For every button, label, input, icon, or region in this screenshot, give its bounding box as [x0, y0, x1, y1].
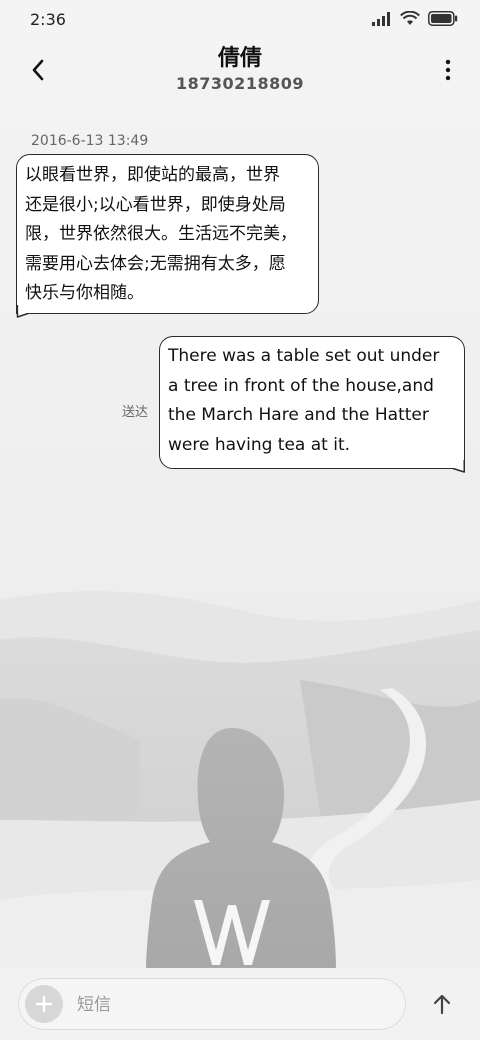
wifi-icon: [400, 11, 420, 25]
conversation-header: 倩倩 18730218809: [0, 38, 480, 104]
messaging-screen: 2:36 倩倩 18730218809 2016-6-13 13:49 以眼看世…: [0, 0, 480, 1040]
delivery-status: 送达: [122, 405, 149, 420]
message-line: the March Hare and the Hatter: [168, 405, 429, 425]
message-line: There was a table set out under: [168, 346, 440, 366]
status-time: 2:36: [30, 10, 66, 29]
more-options-button[interactable]: [438, 52, 458, 88]
message-line: 快乐与你相随。: [25, 283, 144, 303]
add-attachment-button[interactable]: [25, 985, 63, 1023]
compose-field-container: [18, 978, 406, 1030]
bubble-tail: [452, 460, 465, 473]
outgoing-message-bubble[interactable]: There was a table set out under a tree i…: [159, 336, 465, 469]
signal-icon: [372, 11, 390, 26]
incoming-message-bubble[interactable]: 以眼看世界，即使站的最高，世界 还是很小;以心看世界，即使身处局 限，世界依然很…: [16, 154, 319, 314]
more-vertical-icon: [445, 59, 451, 81]
send-button[interactable]: [424, 986, 460, 1022]
compose-bar: [0, 968, 480, 1040]
chevron-left-icon: [32, 59, 44, 81]
battery-icon: [428, 11, 458, 26]
contact-info: 倩倩 18730218809: [90, 44, 390, 94]
status-icons: [372, 11, 458, 26]
message-line: 需要用心去体会;无需拥有太多，愿: [25, 253, 286, 274]
message-line: were having tea at it.: [168, 434, 351, 455]
message-line: 以眼看世界，即使站的最高，世界: [25, 165, 280, 185]
plus-icon: [35, 995, 53, 1013]
message-timestamp: 2016-6-13 13:49: [31, 133, 149, 149]
contact-name: 倩倩: [217, 46, 262, 71]
back-button[interactable]: [20, 52, 56, 88]
arrow-up-icon: [433, 994, 451, 1015]
status-bar: 2:36: [0, 0, 480, 38]
message-line: a tree in front of the house,and: [168, 375, 434, 396]
message-input[interactable]: [75, 985, 399, 1025]
contact-number: 18730218809: [176, 74, 304, 93]
bubble-tail: [16, 305, 29, 318]
message-line: 还是很小;以心看世界，即使身处局: [25, 194, 286, 215]
message-line: 限，世界依然很大。生活远不完美，: [25, 224, 297, 244]
